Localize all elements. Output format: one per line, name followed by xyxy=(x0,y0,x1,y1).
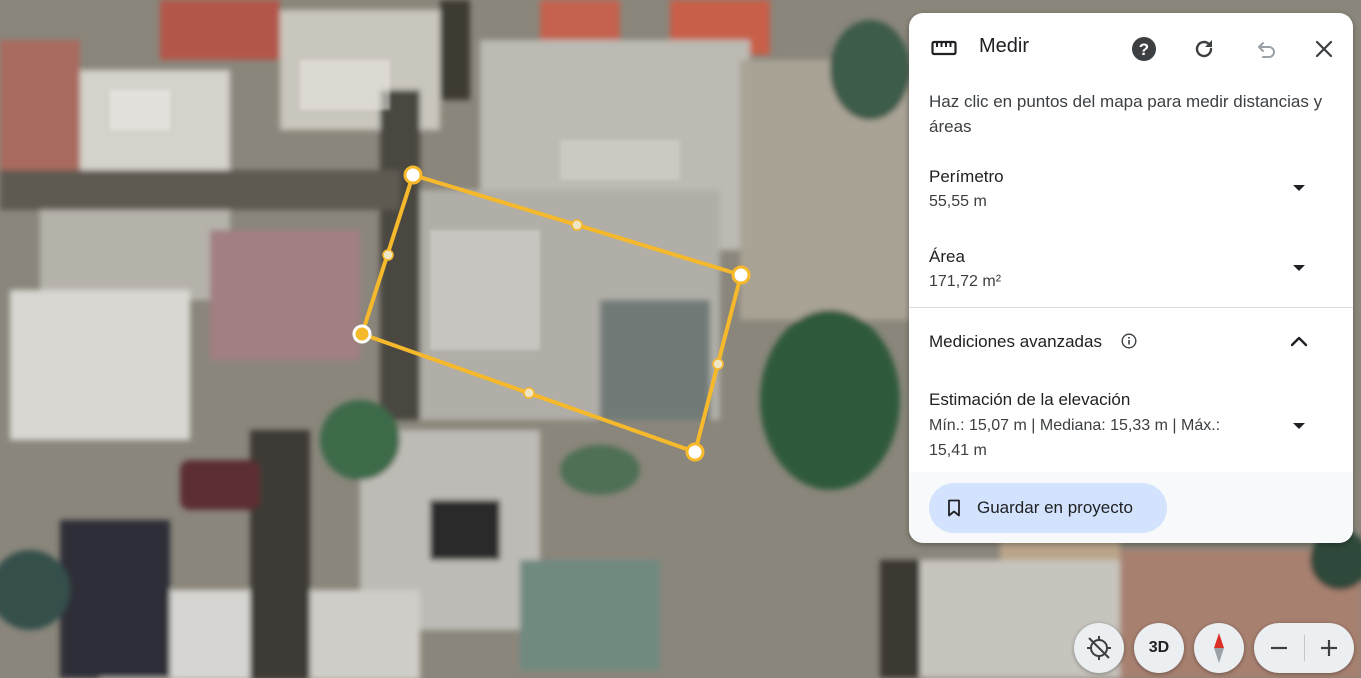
measure-hint: Haz clic en puntos del mapa para medir d… xyxy=(929,92,1323,136)
recenter-icon xyxy=(1087,636,1111,660)
area-dropdown-icon[interactable] xyxy=(1293,265,1305,271)
zoom-controls xyxy=(1254,623,1354,673)
midpoint-handle[interactable] xyxy=(523,387,535,399)
redo-button[interactable] xyxy=(1188,33,1220,65)
undo-icon xyxy=(1258,42,1275,58)
advanced-measurements-label: Mediciones avanzadas xyxy=(929,332,1102,351)
ruler-icon xyxy=(931,40,957,56)
perimeter-label: Perímetro xyxy=(929,167,1004,186)
perimeter-dropdown-icon[interactable] xyxy=(1293,185,1305,191)
save-to-project-label: Guardar en proyecto xyxy=(977,498,1133,517)
vertex-handle[interactable] xyxy=(685,442,705,462)
zoom-in-icon xyxy=(1321,640,1337,656)
close-icon xyxy=(1315,40,1333,58)
area-value: 171,72 m² xyxy=(929,273,1002,290)
close-button[interactable] xyxy=(1308,33,1340,65)
area-label: Área xyxy=(929,247,965,266)
panel-header: Medir ? xyxy=(909,13,1353,83)
compass-icon xyxy=(1214,633,1224,663)
help-icon: ? xyxy=(1132,37,1156,61)
zoom-in-button[interactable] xyxy=(1316,636,1342,660)
perimeter-value: 55,55 m xyxy=(929,193,987,210)
info-icon[interactable] xyxy=(1121,333,1137,349)
vertex-handle-active[interactable] xyxy=(352,324,372,344)
elevation-label: Estimación de la elevación xyxy=(929,390,1131,409)
elevation-value: Mín.: 15,07 m | Mediana: 15,33 m | Máx.:… xyxy=(929,417,1221,459)
panel-title: Medir xyxy=(979,35,1030,57)
svg-text:?: ? xyxy=(1139,40,1149,59)
bookmark-icon xyxy=(948,499,960,517)
vertex-handle[interactable] xyxy=(403,165,423,185)
help-button[interactable]: ? xyxy=(1128,33,1160,65)
midpoint-handle[interactable] xyxy=(571,219,583,231)
compass-button[interactable] xyxy=(1194,623,1244,673)
zoom-out-button[interactable] xyxy=(1266,636,1292,660)
panel-divider xyxy=(909,307,1353,308)
recenter-button[interactable] xyxy=(1074,623,1124,673)
elevation-dropdown-icon[interactable] xyxy=(1293,423,1305,429)
view-3d-label: 3D xyxy=(1148,639,1170,656)
view-3d-button[interactable]: 3D xyxy=(1134,623,1184,673)
measure-panel: Medir ? Haz clic en puntos del mapa para… xyxy=(909,13,1353,543)
save-to-project-button[interactable]: Guardar en proyecto xyxy=(929,483,1167,533)
zoom-out-icon xyxy=(1271,646,1287,650)
zoom-divider xyxy=(1304,635,1305,661)
chevron-up-icon[interactable] xyxy=(1290,335,1308,347)
undo-button[interactable] xyxy=(1249,33,1281,65)
midpoint-handle[interactable] xyxy=(382,249,394,261)
redo-icon xyxy=(1195,40,1213,58)
vertex-handle[interactable] xyxy=(731,265,751,285)
midpoint-handle[interactable] xyxy=(712,358,724,370)
